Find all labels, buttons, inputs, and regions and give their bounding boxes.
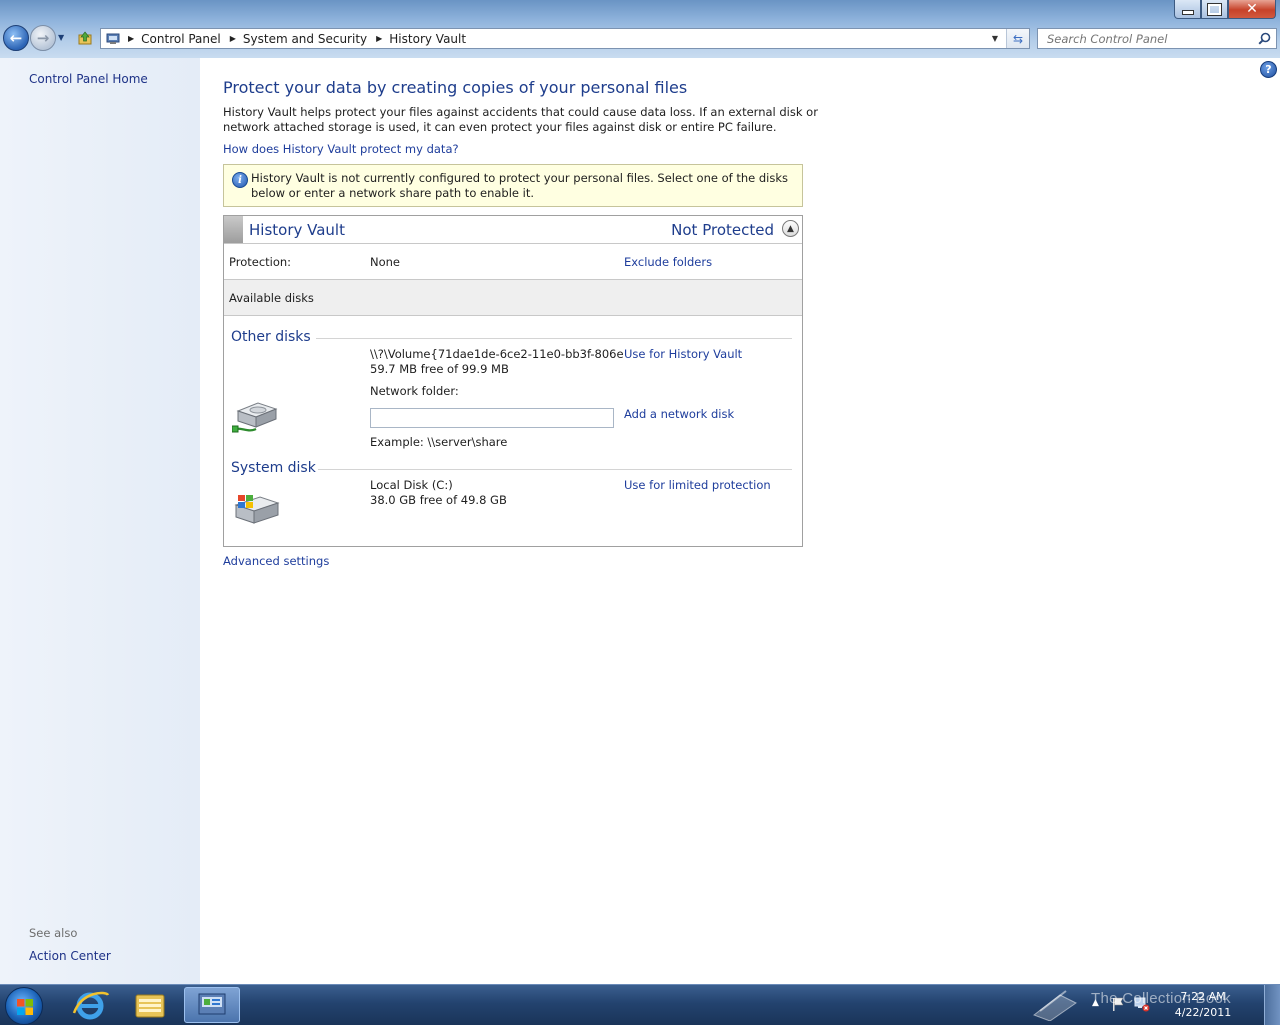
- maximize-button[interactable]: [1201, 0, 1228, 19]
- caption-buttons: ✕: [1174, 0, 1276, 19]
- info-icon: i: [232, 172, 248, 188]
- taskbar-internet-explorer[interactable]: [62, 987, 118, 1023]
- info-message: History Vault is not currently configure…: [251, 171, 789, 200]
- help-icon[interactable]: ?: [1260, 61, 1277, 78]
- taskbar-control-panel[interactable]: [184, 987, 240, 1023]
- history-vault-panel: History Vault Not Protected ▲ Protection…: [223, 215, 803, 547]
- folder-up-icon[interactable]: [77, 30, 93, 46]
- folder-icon: [135, 994, 165, 1018]
- control-panel-home-link[interactable]: Control Panel Home: [29, 72, 148, 86]
- control-panel-icon: [106, 33, 120, 44]
- clock-date: 4/22/2011: [1174, 1006, 1232, 1019]
- search-input[interactable]: [1045, 30, 1259, 47]
- breadcrumb-chevron-icon[interactable]: ▶: [230, 34, 236, 43]
- windows-logo-icon: [17, 999, 33, 1015]
- action-center-link[interactable]: Action Center: [29, 949, 111, 963]
- collapse-button[interactable]: ▲: [782, 220, 799, 237]
- minimize-button[interactable]: [1174, 0, 1201, 19]
- panel-header: History Vault Not Protected ▲: [224, 216, 802, 244]
- search-box[interactable]: [1037, 28, 1277, 49]
- restore-icon: [1207, 2, 1222, 16]
- sidebar: Control Panel Home See also Action Cente…: [0, 58, 200, 984]
- exclude-folders-link[interactable]: Exclude folders: [624, 255, 712, 269]
- search-icon[interactable]: [1258, 32, 1271, 45]
- close-icon: ✕: [1246, 1, 1258, 17]
- breadcrumb-control-panel[interactable]: Control Panel: [141, 32, 221, 46]
- breadcrumb-chevron-icon[interactable]: ▶: [376, 34, 382, 43]
- system-disk-free-space: 38.0 GB free of 49.8 GB: [370, 493, 507, 507]
- system-disk-title: System disk: [231, 460, 316, 476]
- system-drive-icon: [234, 495, 280, 524]
- protection-row: Protection: None Exclude folders: [224, 244, 802, 280]
- protection-status: Not Protected: [671, 221, 774, 239]
- chevron-down-icon: ▼: [991, 34, 999, 43]
- external-drive-icon: [232, 402, 278, 433]
- available-disks-header: Available disks: [224, 280, 802, 316]
- add-network-disk-link[interactable]: Add a network disk: [624, 407, 734, 421]
- intro-text: History Vault helps protect your files a…: [223, 105, 818, 134]
- info-bar: i History Vault is not currently configu…: [223, 164, 803, 207]
- arrow-left-icon: ←: [9, 29, 23, 47]
- other-disks-title: Other disks: [231, 329, 311, 345]
- available-disks-label: Available disks: [229, 291, 314, 305]
- recent-pages-dropdown[interactable]: ▼: [58, 33, 64, 42]
- taskbar: ▲ 7:22 AM 4/22/2011: [0, 984, 1280, 1025]
- breadcrumb-history-vault[interactable]: History Vault: [389, 32, 466, 46]
- network-folder-example: Example: \\server\share: [370, 435, 508, 449]
- volume-free-space: 59.7 MB free of 99.9 MB: [370, 362, 509, 376]
- main-content: ? Protect your data by creating copies o…: [200, 58, 1280, 984]
- section-divider: [318, 469, 792, 470]
- internet-explorer-icon: [72, 991, 110, 1020]
- chevron-up-icon: ▲: [787, 223, 794, 234]
- panel-title: History Vault: [249, 221, 345, 239]
- breadcrumb-system-and-security[interactable]: System and Security: [243, 32, 367, 46]
- taskbar-windows-explorer[interactable]: [122, 987, 178, 1023]
- forward-button[interactable]: →: [30, 25, 56, 51]
- protection-label: Protection:: [229, 255, 292, 269]
- page-title: Protect your data by creating copies of …: [223, 78, 688, 97]
- watermark-text: The Collection Book: [1091, 990, 1231, 1007]
- status-swatch: [224, 216, 243, 243]
- control-panel-icon: [198, 993, 226, 1015]
- see-also-label: See also: [29, 926, 78, 940]
- arrow-right-icon: →: [36, 29, 50, 47]
- breadcrumb-chevron-icon[interactable]: ▶: [128, 34, 134, 43]
- network-folder-input[interactable]: [370, 408, 614, 428]
- close-button[interactable]: ✕: [1228, 0, 1276, 19]
- address-dropdown-button[interactable]: ▼: [985, 29, 1005, 48]
- address-bar[interactable]: ▶ Control Panel ▶ System and Security ▶ …: [100, 28, 1030, 49]
- refresh-icon: ⇆: [1012, 31, 1024, 46]
- how-it-works-link[interactable]: How does History Vault protect my data?: [223, 142, 459, 156]
- advanced-settings-link[interactable]: Advanced settings: [223, 554, 329, 568]
- back-button[interactable]: ←: [3, 25, 29, 51]
- show-desktop-button[interactable]: [1264, 985, 1280, 1025]
- minimize-icon: [1181, 9, 1194, 15]
- volume-name: \\?\Volume{71dae1de-6ce2-11e0-bb3f-806e6…: [370, 347, 624, 361]
- refresh-button[interactable]: ⇆: [1006, 29, 1029, 48]
- start-button[interactable]: [5, 987, 43, 1025]
- system-disk-name: Local Disk (C:): [370, 478, 453, 492]
- protection-value: None: [370, 255, 401, 269]
- network-folder-label: Network folder:: [370, 384, 459, 398]
- watermark-logo: [1032, 990, 1077, 1021]
- window-titlebar: ✕ ← → ▼ ▶ Control Panel ▶ System and Sec…: [0, 0, 1280, 58]
- section-divider: [316, 338, 792, 339]
- use-for-history-vault-link[interactable]: Use for History Vault: [624, 347, 742, 361]
- use-for-limited-protection-link[interactable]: Use for limited protection: [624, 478, 771, 492]
